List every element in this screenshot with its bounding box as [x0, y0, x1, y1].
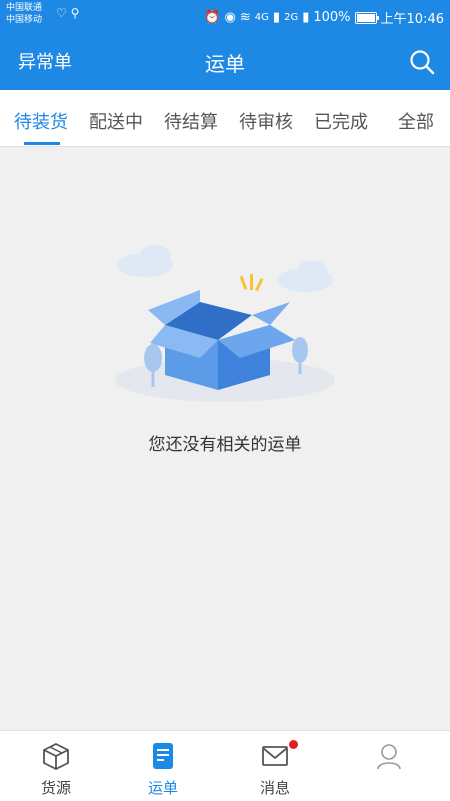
app-bar: 异常单 运单: [0, 34, 450, 90]
tab-pending-settlement[interactable]: 待结算: [164, 108, 218, 134]
empty-message: 您还没有相关的运单: [148, 435, 302, 455]
battery-percent: 100%: [313, 10, 351, 25]
nav-label: 运单: [147, 779, 178, 797]
nav-waybill[interactable]: 运单: [107, 731, 219, 801]
tab-in-delivery[interactable]: 配送中: [89, 108, 143, 134]
bottom-nav: 货源 运单 消息: [0, 730, 450, 801]
signal-icon-2: ▮: [302, 10, 310, 25]
tab-pending-review[interactable]: 待审核: [239, 108, 293, 134]
nav-messages[interactable]: 消息: [219, 731, 331, 801]
nav-label: 货源: [40, 779, 71, 797]
tab-completed[interactable]: 已完成: [314, 108, 368, 134]
status-tabs: 待装货 配送中 待结算 待审核 已完成 全部: [0, 90, 450, 147]
cube-icon: [43, 742, 69, 771]
status-bar: 中国联通 中国移动 ♡ ⚲ ⏰ ◉ ≋ 4G ▮ 2G ▮ 100% 上午10:…: [0, 0, 450, 34]
carrier-2: 中国移动: [6, 15, 43, 25]
carrier-1: 中国联通: [6, 3, 43, 13]
eye-icon: ◉: [224, 10, 236, 25]
page-title: 运单: [205, 52, 245, 76]
status-right: ⏰ ◉ ≋ 4G ▮ 2G ▮ 100% 上午10:46: [204, 8, 444, 27]
waybill-icon: [153, 743, 173, 769]
tab-indicator: [24, 142, 60, 145]
battery-icon: [354, 11, 379, 24]
network-1: 4G: [254, 12, 269, 23]
nav-profile[interactable]: [333, 731, 445, 801]
usb-icon: ⚲: [70, 6, 80, 20]
nav-cargo-source[interactable]: 货源: [0, 731, 112, 801]
heartbeat-icon: ♡: [56, 6, 67, 20]
status-left-icons: ♡ ⚲: [56, 6, 79, 20]
search-icon[interactable]: [408, 48, 436, 76]
open-box-icon: [115, 245, 335, 402]
carrier-info: 中国联通 中国移动: [6, 2, 42, 26]
mail-icon: [262, 746, 288, 766]
user-icon: [377, 744, 401, 770]
signal-icon: ▮: [272, 10, 281, 25]
wifi-icon: ≋: [239, 10, 251, 25]
tab-pending-loading[interactable]: 待装货: [14, 108, 68, 134]
network-2: 2G: [284, 12, 299, 23]
tab-all[interactable]: 全部: [398, 108, 434, 134]
nav-label: 消息: [259, 779, 290, 797]
clock: 上午10:46: [380, 12, 444, 27]
unread-badge: [289, 740, 298, 749]
alarm-icon: ⏰: [204, 10, 221, 25]
